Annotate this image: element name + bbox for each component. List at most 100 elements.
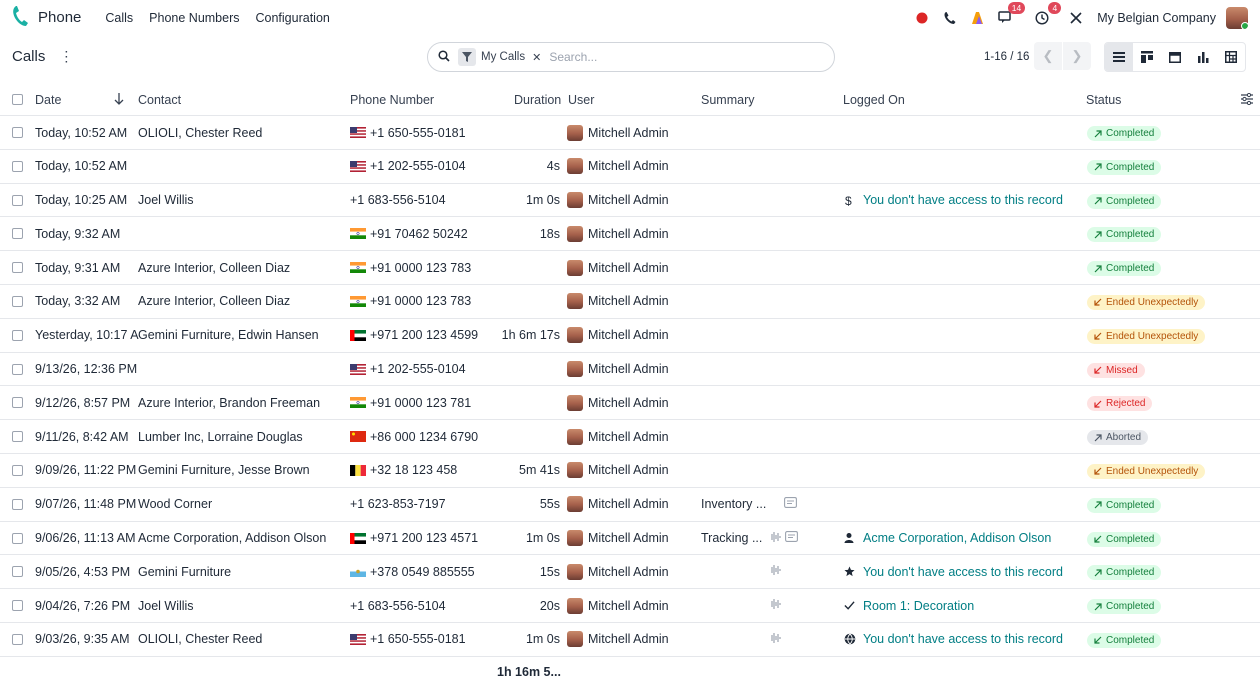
row-checkbox[interactable]: [12, 555, 23, 588]
logged-on-link[interactable]: Room 1: Decoration: [863, 589, 974, 622]
app-name: Phone: [38, 9, 82, 26]
column-status[interactable]: Status: [1086, 93, 1121, 107]
company-switcher[interactable]: My Belgian Company: [1097, 11, 1216, 25]
recording-icon[interactable]: [769, 598, 781, 613]
pivot-view-icon[interactable]: [1217, 43, 1245, 71]
app-brand[interactable]: Phone: [12, 5, 81, 30]
column-logged-on[interactable]: Logged On: [843, 93, 905, 107]
menu-calls[interactable]: Calls: [97, 11, 141, 25]
recording-icon[interactable]: [769, 531, 781, 546]
column-phone-number[interactable]: Phone Number: [350, 93, 434, 107]
search-input[interactable]: [549, 50, 824, 64]
table-row[interactable]: 9/12/26, 8:57 PM Azure Interior, Brandon …: [0, 386, 1260, 421]
search-icon[interactable]: [438, 49, 450, 65]
call-phone: +1 202-555-0104: [350, 353, 466, 386]
transcript-icon[interactable]: [785, 531, 798, 545]
logged-on-link[interactable]: Acme Corporation, Addison Olson: [863, 522, 1051, 555]
table-row[interactable]: Today, 9:31 AM Azure Interior, Colleen Di…: [0, 251, 1260, 285]
row-checkbox[interactable]: [12, 623, 23, 656]
column-duration[interactable]: Duration: [514, 93, 561, 107]
row-checkbox[interactable]: [12, 353, 23, 386]
row-checkbox[interactable]: [12, 589, 23, 622]
row-checkbox[interactable]: [12, 251, 23, 284]
call-status: Ended Unexpectedly: [1087, 454, 1206, 487]
pager-value[interactable]: 1-16 / 16: [984, 51, 1029, 63]
status-badge: Completed: [1087, 497, 1162, 513]
call-contact: Joel Willis: [138, 598, 194, 613]
user-avatar[interactable]: [1226, 6, 1248, 29]
call-duration: [490, 386, 560, 419]
pager-next-icon[interactable]: ❯: [1063, 42, 1091, 70]
transcript-icon[interactable]: [784, 497, 797, 511]
table-row[interactable]: Today, 10:52 AM +1 202-555-0104 4s Mitchell…: [0, 150, 1260, 184]
remove-facet-icon[interactable]: ✕: [532, 51, 541, 64]
country-flag-icon-ae: [350, 532, 366, 544]
phone-number: +86 000 1234 6790: [370, 429, 479, 444]
status-label: Aborted: [1106, 432, 1142, 444]
column-summary[interactable]: Summary: [701, 93, 754, 107]
outgoing-arrow-icon: [1094, 231, 1102, 239]
table-row[interactable]: 9/11/26, 8:42 AM Lumber Inc, Lorraine Dou…: [0, 420, 1260, 454]
table-row[interactable]: 9/04/26, 7:26 PM Joel Willis +1 683-556-51…: [0, 589, 1260, 623]
row-checkbox[interactable]: [12, 522, 23, 555]
row-checkbox[interactable]: [12, 285, 23, 318]
row-checkbox[interactable]: [12, 488, 23, 521]
user-name: Mitchell Admin: [588, 193, 669, 208]
call-contact: OLIOLI, Chester Reed: [138, 632, 263, 647]
row-checkbox[interactable]: [12, 386, 23, 419]
table-row[interactable]: 9/03/26, 9:35 AM OLIOLI, Chester Reed +1 6…: [0, 623, 1260, 657]
call-status: Completed: [1087, 589, 1162, 622]
logged-on-link[interactable]: You don't have access to this record: [863, 555, 1063, 588]
row-checkbox[interactable]: [12, 184, 23, 217]
table-row[interactable]: Today, 10:25 AM Joel Willis +1 683-556-510…: [0, 184, 1260, 218]
table-row[interactable]: 9/05/26, 4:53 PM Gemini Furniture +378 054…: [0, 555, 1260, 590]
row-checkbox[interactable]: [12, 420, 23, 453]
call-user: Mitchell Admin: [567, 319, 669, 352]
table-header: Date Contact Phone Number Duration User …: [0, 84, 1260, 116]
row-checkbox[interactable]: [12, 150, 23, 183]
record-icon[interactable]: [913, 9, 931, 27]
table-row[interactable]: Today, 10:52 AM OLIOLI, Chester Reed +1 65…: [0, 116, 1260, 150]
select-all-checkbox[interactable]: [12, 94, 23, 105]
sort-descending-icon[interactable]: [114, 93, 124, 108]
column-contact[interactable]: Contact: [138, 93, 181, 107]
column-user[interactable]: User: [568, 93, 594, 107]
list-view-icon[interactable]: [1105, 43, 1133, 71]
table-row[interactable]: 9/07/26, 11:48 PM Wood Corner +1 623-853-7…: [0, 488, 1260, 522]
call-phone: +32 18 123 458: [350, 454, 457, 487]
messages-icon[interactable]: 14: [997, 1, 1026, 27]
filter-facet[interactable]: My Calls ✕: [458, 48, 542, 66]
actions-menu-icon[interactable]: ⋮: [59, 48, 73, 65]
table-row[interactable]: 9/09/26, 11:22 PM Gemini Furniture, Jesse…: [0, 454, 1260, 488]
table-row[interactable]: Today, 9:32 AM +91 70462 50242 18s Mitchell…: [0, 217, 1260, 252]
debug-tools-icon[interactable]: [1067, 9, 1085, 27]
logged-on-link[interactable]: You don't have access to this record: [863, 623, 1063, 656]
kanban-view-icon[interactable]: [1133, 43, 1161, 71]
table-row[interactable]: 9/06/26, 11:13 AM Acme Corporation, Addis…: [0, 522, 1260, 556]
row-checkbox[interactable]: [12, 454, 23, 487]
pager-previous-icon[interactable]: ❮: [1034, 42, 1062, 70]
table-row[interactable]: 9/13/26, 12:36 PM +1 202-555-0104 Mitchell…: [0, 353, 1260, 387]
call-phone: +91 70462 50242: [350, 217, 468, 250]
status-label: Ended Unexpectedly: [1106, 330, 1199, 342]
call-duration: [490, 251, 560, 284]
menu-configuration[interactable]: Configuration: [248, 11, 338, 25]
optional-columns-icon[interactable]: [1241, 92, 1253, 108]
recording-icon[interactable]: [769, 564, 781, 579]
call-status: Completed: [1087, 184, 1162, 217]
calendar-view-icon[interactable]: [1161, 43, 1189, 71]
logged-on-link[interactable]: You don't have access to this record: [863, 184, 1063, 217]
recording-icon[interactable]: [769, 632, 781, 647]
table-row[interactable]: Today, 3:32 AM Azure Interior, Colleen Di…: [0, 285, 1260, 319]
row-checkbox[interactable]: [12, 319, 23, 352]
ai-icon[interactable]: [969, 9, 987, 27]
call-user: Mitchell Admin: [567, 488, 669, 521]
row-checkbox[interactable]: [12, 217, 23, 250]
table-row[interactable]: Yesterday, 10:17 A Gemini Furniture, Edwi…: [0, 319, 1260, 353]
activity-clock-icon[interactable]: 4: [1033, 1, 1062, 27]
phone-icon[interactable]: [941, 9, 959, 27]
row-checkbox[interactable]: [12, 116, 23, 149]
graph-view-icon[interactable]: [1189, 43, 1217, 71]
column-date[interactable]: Date: [35, 93, 61, 107]
menu-phone-numbers[interactable]: Phone Numbers: [141, 11, 247, 25]
